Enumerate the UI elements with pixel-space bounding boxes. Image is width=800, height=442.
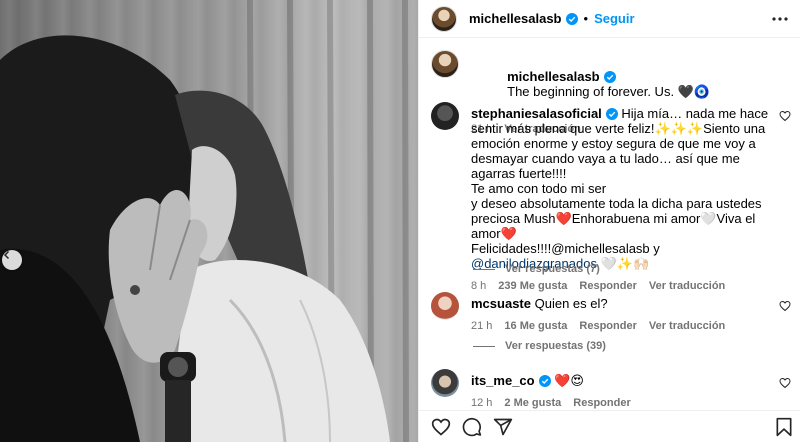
view-replies-button[interactable]: Ver respuestas (7) bbox=[473, 263, 600, 275]
comment-time[interactable]: 12 h bbox=[471, 396, 492, 410]
post-photo[interactable] bbox=[0, 0, 418, 442]
comment-time[interactable]: 21 h bbox=[471, 319, 492, 334]
reply-button[interactable]: Responder bbox=[579, 319, 636, 334]
avatar[interactable] bbox=[431, 5, 457, 32]
verified-badge-icon bbox=[605, 108, 618, 120]
separator-dot: • bbox=[583, 11, 589, 26]
translate-button[interactable]: Ver traducción bbox=[649, 319, 725, 334]
comment-username[interactable]: stephaniesalasoficial bbox=[471, 106, 602, 121]
caption-username[interactable]: michellesalasb bbox=[507, 69, 600, 84]
more-horizontal-icon[interactable] bbox=[771, 10, 789, 28]
comment-username[interactable]: mcsuaste bbox=[471, 296, 531, 311]
carousel-prev-button[interactable] bbox=[2, 250, 22, 270]
divider bbox=[473, 345, 495, 347]
avatar[interactable] bbox=[431, 50, 459, 78]
verified-badge-icon bbox=[565, 12, 578, 25]
view-replies-button[interactable]: Ver respuestas (39) bbox=[473, 340, 606, 352]
view-replies-label: Ver respuestas (7) bbox=[505, 263, 600, 275]
likes-count[interactable]: 16 Me gusta bbox=[504, 319, 567, 334]
reply-button[interactable]: Responder bbox=[579, 279, 636, 294]
heart-icon[interactable] bbox=[779, 110, 791, 122]
comment-text: Hija mía… nada me hace sentir más plena … bbox=[471, 106, 769, 256]
likes-count[interactable]: 239 Me gusta bbox=[498, 279, 567, 294]
comment-text-end: 🤍✨🙌🏻 bbox=[596, 256, 650, 271]
verified-badge-icon bbox=[603, 71, 616, 83]
post-side-panel: michellesalasb • Seguir michellesalasb T… bbox=[418, 0, 800, 442]
avatar[interactable] bbox=[431, 292, 459, 320]
heart-icon[interactable] bbox=[431, 417, 451, 437]
view-replies-label: Ver respuestas (39) bbox=[505, 340, 606, 352]
comment-text: ❤️😍 bbox=[554, 373, 584, 388]
photo-illustration bbox=[0, 0, 409, 442]
action-bar bbox=[419, 410, 800, 442]
bookmark-icon[interactable] bbox=[775, 417, 793, 437]
avatar[interactable] bbox=[431, 102, 459, 130]
header-username[interactable]: michellesalasb bbox=[469, 11, 562, 26]
heart-icon[interactable] bbox=[779, 300, 791, 312]
comment-time[interactable]: 8 h bbox=[471, 279, 486, 294]
translate-button[interactable]: Ver traducción bbox=[649, 279, 725, 294]
send-icon[interactable] bbox=[493, 417, 513, 437]
comment-text: Quien es el? bbox=[534, 296, 608, 311]
caption-text: The beginning of forever. Us. 🖤🧿 bbox=[507, 84, 711, 99]
heart-icon[interactable] bbox=[779, 377, 791, 389]
comment-username[interactable]: its_me_co bbox=[471, 373, 535, 388]
reply-button[interactable]: Responder bbox=[573, 396, 630, 410]
verified-badge-icon bbox=[538, 375, 551, 387]
post-header: michellesalasb • Seguir bbox=[419, 0, 800, 38]
follow-button[interactable]: Seguir bbox=[594, 11, 634, 26]
comment-icon[interactable] bbox=[462, 417, 482, 437]
avatar[interactable] bbox=[431, 369, 459, 397]
comments-list[interactable]: michellesalasb The beginning of forever.… bbox=[419, 38, 800, 410]
likes-count[interactable]: 2 Me gusta bbox=[504, 396, 561, 410]
chevron-left-icon bbox=[3, 250, 10, 260]
divider bbox=[473, 268, 495, 270]
